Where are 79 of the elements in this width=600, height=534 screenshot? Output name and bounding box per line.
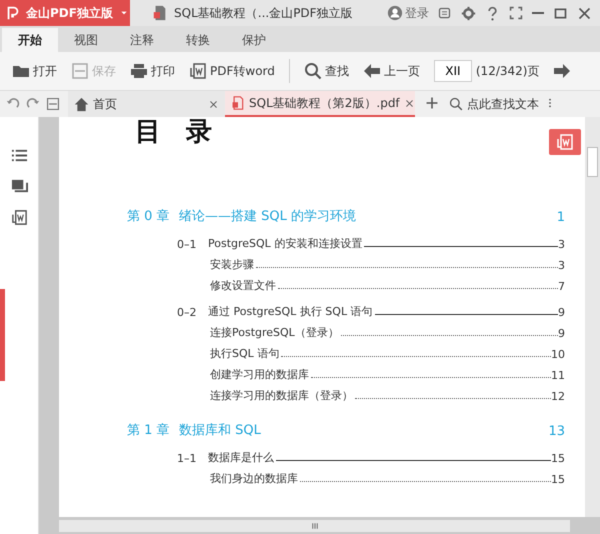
toolbar-button[interactable]: 打开 (12, 62, 57, 80)
home-icon (74, 96, 89, 112)
ribbon-tab[interactable]: 视图 (58, 28, 114, 52)
window-title: SQL基础教程（...金山PDF独立版 (174, 4, 353, 22)
document-tab[interactable]: 首页 (68, 91, 225, 117)
document-tab[interactable]: SQL基础教程（第2版）.pdf (225, 91, 415, 117)
toc-page-number: 9 (558, 306, 565, 319)
ribbon-tab[interactable]: 注释 (114, 28, 170, 52)
toc-page-number: 15 (551, 473, 565, 486)
toc-title: 数据库是什么 (208, 450, 274, 465)
minimize-icon (532, 12, 544, 14)
toc-number: 第 1 章 (127, 422, 171, 439)
toc-title: 数据库和 SQL (179, 422, 261, 439)
page-count: (12/342)页 (476, 62, 540, 80)
toolbar-button[interactable]: 查找 (304, 62, 349, 80)
toc-page-number: 9 (558, 327, 565, 340)
page-heading: 目 录 (135, 117, 222, 149)
fullscreen-icon (509, 6, 523, 20)
toc-title: 创建学习用的数据库 (210, 367, 309, 382)
pdf-to-word-icon (189, 62, 207, 80)
toc-page-number: 3 (558, 238, 565, 251)
toc-title: 我们身边的数据库 (210, 471, 298, 486)
left-arrow-icon (362, 62, 381, 80)
toc-title: 连接PostgreSQL（登录） (210, 325, 339, 340)
toc-title: PostgreSQL 的安装和连接设置 (208, 236, 362, 251)
user-icon (387, 5, 403, 21)
toolbar-button[interactable]: 上一页 (362, 62, 420, 80)
logo-icon (5, 5, 21, 21)
toc-title: 通过 PostgreSQL 执行 SQL 语句 (208, 304, 373, 319)
toolbar-button[interactable]: PDF转word (189, 62, 275, 80)
toc-title: 修改设置文件 (210, 278, 276, 293)
toc-title: 连接学习用的数据库（登录） (210, 388, 353, 403)
horizontal-scrollbar[interactable] (59, 520, 570, 532)
toc-title: 执行SQL 语句 (210, 346, 280, 361)
toc-page-number: 13 (548, 424, 565, 439)
pdf-to-word-icon (10, 209, 28, 226)
search-icon (304, 62, 322, 80)
ribbon-tab[interactable]: 开始 (2, 28, 58, 52)
toc-page-number: 11 (551, 369, 565, 382)
ribbon-tab[interactable]: 转换 (170, 28, 226, 52)
add-tab-icon (425, 96, 439, 110)
search-field[interactable]: 点此查找文本 (449, 96, 539, 112)
toc-title: 绪论——搭建 SQL 的学习环境 (179, 208, 356, 225)
toc-number: 1–1 (177, 452, 198, 465)
toc-page-number: 3 (558, 259, 565, 272)
toc-page-number: 1 (556, 210, 565, 225)
panel-handle[interactable] (0, 289, 5, 381)
printer-icon (130, 62, 148, 80)
toc-number: 第 0 章 (127, 208, 171, 225)
toc-page-number: 15 (551, 452, 565, 465)
toc-number: 0–2 (177, 306, 198, 319)
toc-page-number: 7 (558, 280, 565, 293)
message-icon (437, 6, 452, 20)
app-name: 金山PDF独立版 (26, 4, 113, 22)
save-icon (71, 62, 89, 80)
settings-icon (461, 6, 476, 20)
list-icon (10, 147, 28, 164)
page-number-field[interactable]: XII (434, 60, 472, 82)
save-icon (46, 97, 60, 111)
pages-icon (10, 178, 28, 195)
pdf-to-word-icon (556, 133, 574, 151)
maximize-icon (553, 6, 568, 20)
right-arrow-icon (553, 62, 572, 80)
pdf-file-icon (231, 96, 245, 110)
login-button[interactable]: 登录 (387, 4, 429, 22)
app-logo-button[interactable]: 金山PDF独立版 (0, 0, 130, 26)
toc-title: 安装步骤 (210, 257, 254, 272)
toc-page-number: 12 (551, 390, 565, 403)
close-icon (208, 98, 219, 110)
toc-page-number: 10 (551, 348, 565, 361)
close-icon (404, 98, 415, 108)
ribbon-tab[interactable]: 保护 (226, 28, 282, 52)
close-icon (577, 6, 592, 20)
search-icon (449, 97, 463, 111)
convert-button[interactable] (549, 129, 581, 155)
toolbar-button[interactable]: 打印 (130, 62, 175, 80)
pdf-file-icon (152, 5, 168, 21)
toc-number: 0–1 (177, 238, 198, 251)
vertical-scrollbar[interactable] (585, 117, 600, 517)
